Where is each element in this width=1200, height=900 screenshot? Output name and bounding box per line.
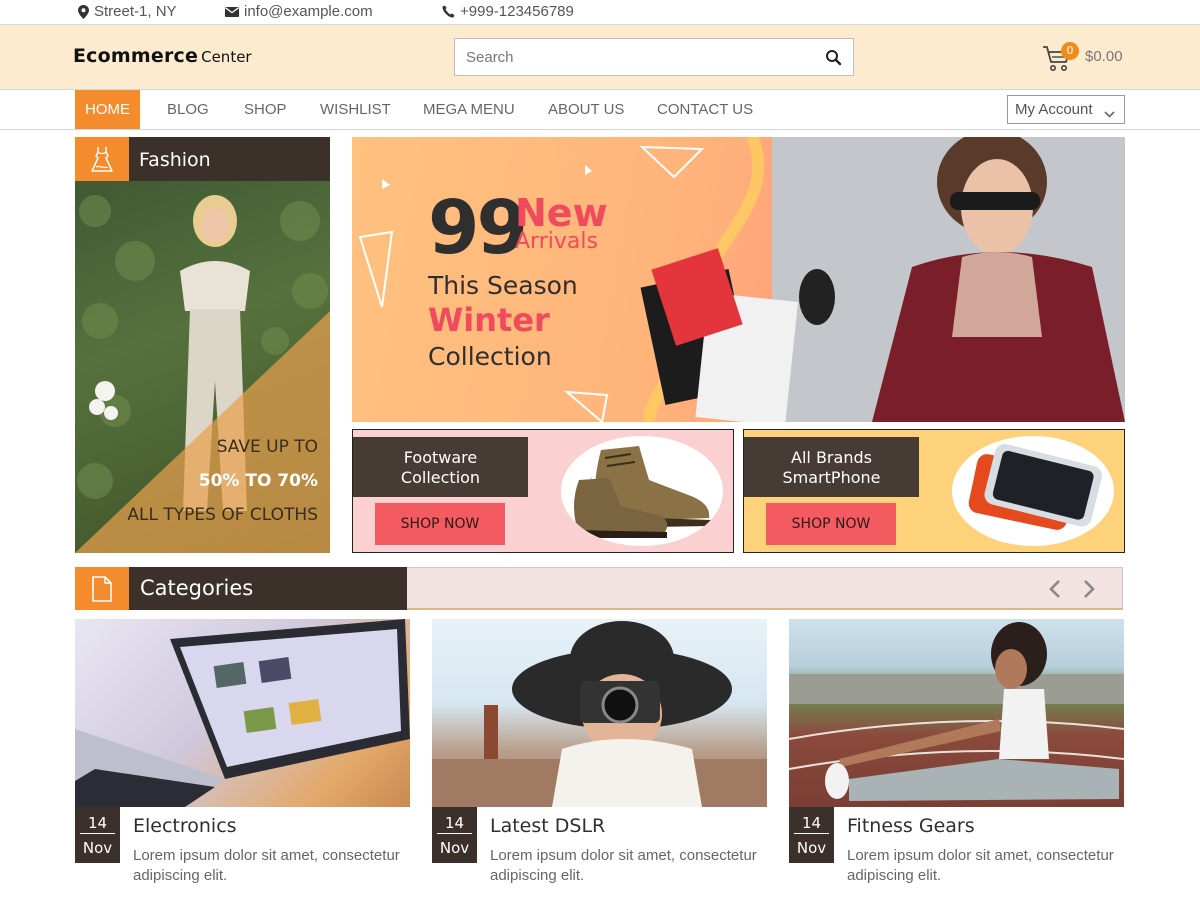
hero-banner[interactable]: 99 New Arrivals This Season Winter Colle… bbox=[352, 137, 1125, 422]
smartphone-line2: SmartPhone bbox=[782, 468, 881, 487]
top-info-bar: Street-1, NY info@example.com +999-12345… bbox=[0, 0, 1200, 25]
card-date: 14 Nov bbox=[789, 807, 834, 863]
fashion-sidebar: Fashion SAVE UP TO 50% TO 70% ALL TYPES … bbox=[75, 137, 330, 553]
fashion-title: Fashion bbox=[139, 149, 211, 171]
smartphone-shop-now-button[interactable]: SHOP NOW bbox=[766, 503, 896, 545]
nav-item-about-us[interactable]: ABOUT US bbox=[548, 90, 624, 129]
fashion-header: Fashion bbox=[75, 137, 330, 181]
nav-item-contact-us[interactable]: CONTACT US bbox=[657, 90, 753, 129]
logo-rest-text: Center bbox=[201, 48, 252, 66]
card-date-month: Nov bbox=[82, 839, 113, 857]
email-text[interactable]: info@example.com bbox=[244, 3, 373, 20]
my-account-label: My Account bbox=[1015, 101, 1093, 118]
location-pin-icon bbox=[78, 4, 89, 19]
dslr-image[interactable] bbox=[432, 619, 767, 807]
smartphone-promo: All Brands SmartPhone SHOP NOW bbox=[743, 429, 1125, 553]
cart-total[interactable]: $0.00 bbox=[1085, 48, 1123, 65]
card-date: 14 Nov bbox=[75, 807, 120, 863]
card-date-month: Nov bbox=[439, 839, 470, 857]
hero-arrivals: Arrivals bbox=[515, 229, 598, 254]
phone-text[interactable]: +999-123456789 bbox=[460, 3, 574, 20]
search-box bbox=[454, 38, 854, 76]
main-nav: HOME BLOG SHOP WISHLIST MEGA MENU ABOUT … bbox=[0, 90, 1200, 130]
phone-info: +999-123456789 bbox=[442, 3, 574, 20]
address-text: Street-1, NY bbox=[94, 3, 177, 20]
card-title[interactable]: Latest DSLR bbox=[490, 815, 605, 837]
card-date: 14 Nov bbox=[432, 807, 477, 863]
card-description: Lorem ipsum dolor sit amet, consectetur … bbox=[490, 847, 757, 884]
arrow-left-icon[interactable] bbox=[1047, 579, 1063, 599]
nav-item-home[interactable]: HOME bbox=[75, 90, 140, 129]
categories-title: Categories bbox=[129, 567, 407, 610]
electronics-image[interactable] bbox=[75, 619, 410, 807]
card-date-day: 14 bbox=[80, 807, 115, 834]
photographer-illustration bbox=[432, 621, 767, 807]
page-icon bbox=[75, 567, 129, 610]
card-date-month: Nov bbox=[796, 839, 827, 857]
search-input[interactable] bbox=[455, 39, 795, 75]
card-title[interactable]: Electronics bbox=[133, 815, 237, 837]
site-logo[interactable]: Ecommerce Center bbox=[73, 45, 252, 67]
chevron-down-icon bbox=[1104, 105, 1115, 122]
hero-number: 99 bbox=[428, 185, 528, 271]
phone-icon bbox=[442, 5, 455, 18]
smartphone-icon bbox=[968, 444, 1102, 530]
hero-season: This Season bbox=[428, 271, 578, 300]
footware-line2: Collection bbox=[400, 468, 481, 487]
shoe-image[interactable] bbox=[561, 436, 723, 546]
fashion-promo-line3: ALL TYPES OF CLOTHS bbox=[127, 505, 318, 525]
hero-winter: Winter bbox=[428, 301, 550, 339]
smartphone-label: All Brands SmartPhone bbox=[744, 437, 919, 497]
shoe-icon bbox=[574, 446, 711, 538]
category-card-latest-dslr[interactable]: 14 Nov Latest DSLR Lorem ipsum dolor sit… bbox=[432, 619, 767, 889]
footware-label: Footware Collection bbox=[353, 437, 528, 497]
fashion-promo-image[interactable]: SAVE UP TO 50% TO 70% ALL TYPES OF CLOTH… bbox=[75, 181, 330, 553]
smartphone-line1: All Brands bbox=[791, 448, 872, 467]
athlete-illustration bbox=[789, 622, 1124, 801]
smartphone-image[interactable] bbox=[952, 436, 1114, 546]
fashion-model-illustration bbox=[75, 195, 330, 553]
laptop-illustration bbox=[75, 619, 410, 807]
card-date-day: 14 bbox=[794, 807, 829, 834]
nav-item-shop[interactable]: SHOP bbox=[244, 90, 287, 129]
card-description: Lorem ipsum dolor sit amet, consectetur … bbox=[847, 847, 1114, 884]
nav-item-mega-menu[interactable]: MEGA MENU bbox=[423, 90, 515, 129]
address-info: Street-1, NY bbox=[78, 3, 177, 20]
category-card-fitness-gears[interactable]: 14 Nov Fitness Gears Lorem ipsum dolor s… bbox=[789, 619, 1124, 889]
header: EcommerceCenter 0 $0.00 bbox=[0, 25, 1200, 90]
nav-item-blog[interactable]: BLOG bbox=[167, 90, 209, 129]
cart-count-badge: 0 bbox=[1061, 42, 1079, 60]
card-title[interactable]: Fitness Gears bbox=[847, 815, 975, 837]
logo-bold-text: Ecommerce bbox=[73, 45, 199, 67]
arrow-right-icon[interactable] bbox=[1081, 579, 1097, 599]
card-description: Lorem ipsum dolor sit amet, consectetur … bbox=[133, 847, 400, 884]
mail-icon bbox=[225, 6, 239, 17]
email-info: info@example.com bbox=[225, 3, 373, 20]
nav-item-wishlist[interactable]: WISHLIST bbox=[320, 90, 391, 129]
footware-shop-now-button[interactable]: SHOP NOW bbox=[375, 503, 505, 545]
fashion-promo-line2: 50% TO 70% bbox=[198, 471, 318, 491]
footware-promo: Footware Collection SHOP NOW bbox=[352, 429, 734, 553]
fitness-image[interactable] bbox=[789, 619, 1124, 807]
hero-collection: Collection bbox=[428, 342, 552, 371]
dress-icon bbox=[75, 137, 129, 181]
fashion-promo-line1: SAVE UP TO bbox=[216, 437, 318, 457]
search-icon[interactable] bbox=[825, 49, 843, 67]
card-date-day: 14 bbox=[437, 807, 472, 834]
footware-line1: Footware bbox=[403, 448, 478, 467]
category-card-electronics[interactable]: 14 Nov Electronics Lorem ipsum dolor sit… bbox=[75, 619, 410, 889]
categories-bar: Categories bbox=[75, 567, 1123, 610]
my-account-select[interactable]: My Account bbox=[1007, 95, 1125, 124]
